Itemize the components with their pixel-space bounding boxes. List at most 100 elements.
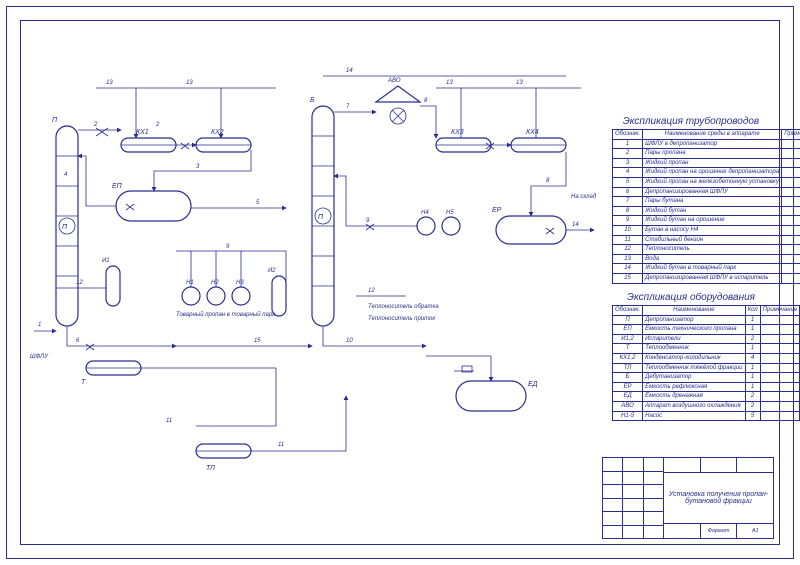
cell-n: Т [613, 344, 643, 354]
cell-name: Жидкий пропан на орошение депропанизатор… [643, 168, 782, 178]
svg-text:Н4: Н4 [421, 210, 429, 216]
cell-note [782, 216, 800, 226]
cell-name: Пары бутана [643, 197, 782, 207]
vessel-ep: ЕП [112, 183, 191, 221]
heat-exchanger-t: Т [81, 361, 141, 386]
svg-text:Теплоноситель обратка: Теплоноситель обратка [368, 304, 439, 310]
pump-n4: Н4 [417, 210, 435, 235]
svg-text:3: 3 [196, 164, 200, 170]
cell-note [760, 325, 800, 335]
cell-name: Теплообменник [643, 344, 745, 354]
svg-text:Н2: Н2 [211, 280, 219, 286]
cell-name: Жидкий пропан на железобетонную установк… [643, 177, 782, 187]
cell-note [782, 197, 800, 207]
table-row: КХ1,2Конденсатор-холодильник4 [613, 353, 800, 363]
title-block: Установка получения пропан-бутановой фра… [602, 457, 774, 539]
cell-name: Теплоноситель [643, 245, 782, 255]
cell-n: 4 [613, 168, 643, 178]
cell-n: ЕД [613, 392, 643, 402]
cell-qty: 1 [745, 344, 760, 354]
svg-text:Н5: Н5 [446, 210, 454, 216]
svg-text:ЕР: ЕР [492, 207, 502, 214]
cell-qty: 5 [745, 411, 760, 421]
cell-note [760, 363, 800, 373]
cell-name: Бутан в насосу Н4 [643, 225, 782, 235]
cell-name: Депропанизатор [643, 315, 745, 325]
cell-note [782, 149, 800, 159]
format-label: Формат [701, 524, 738, 538]
cell-n: 15 [613, 273, 643, 283]
svg-text:И1: И1 [102, 258, 110, 264]
table-row: 5Жидкий пропан на железобетонную установ… [613, 177, 800, 187]
vessel-er: ЕР [492, 207, 566, 244]
label-column-p: П [62, 224, 68, 231]
vessel-ed: ЕД [456, 381, 538, 411]
cell-n: 8 [613, 206, 643, 216]
pipes-table-block: Экспликация трубопроводов Обознач. Наиме… [612, 116, 770, 284]
cell-note [760, 373, 800, 383]
cell-note [782, 187, 800, 197]
table-row: И1,2Испарители2 [613, 334, 800, 344]
col-name: Наименование [643, 306, 745, 316]
svg-text:1: 1 [38, 322, 41, 328]
cell-n: 2 [613, 149, 643, 159]
svg-text:15: 15 [254, 338, 261, 344]
cell-n: КХ1,2 [613, 353, 643, 363]
svg-text:И2: И2 [268, 268, 276, 274]
equipment-table-block: Экспликация оборудования Обознач. Наимен… [612, 292, 770, 421]
table-row: ТТеплообменник1 [613, 344, 800, 354]
svg-text:Б: Б [310, 97, 315, 104]
svg-text:14: 14 [346, 68, 353, 74]
cell-note [760, 315, 800, 325]
pipes-table-title: Экспликация трубопроводов [612, 116, 770, 127]
page: П П КХ1 КХ2 ЕП Н1 Н2 Н3 И1 И2 [0, 0, 800, 565]
cell-n: ТЛ [613, 363, 643, 373]
cell-note [760, 401, 800, 411]
cell-n: Б [613, 373, 643, 383]
cell-n: 6 [613, 187, 643, 197]
cell-n: 14 [613, 264, 643, 274]
cell-name: Ёмкость технического пропана [643, 325, 745, 335]
cell-n: 9 [613, 216, 643, 226]
cell-name: Конденсатор-холодильник [643, 353, 745, 363]
cell-name: Аппарат воздушного охлаждения [643, 401, 745, 411]
cell-note [760, 353, 800, 363]
table-row: Н1-5Насос5 [613, 411, 800, 421]
cell-note [782, 245, 800, 255]
cell-name: Жидкий бутан [643, 206, 782, 216]
table-row: БДебутанизатор1 [613, 373, 800, 383]
col-qty: Кол [745, 306, 760, 316]
svg-text:2: 2 [93, 122, 98, 128]
cell-n: 10 [613, 225, 643, 235]
condenser-kx3: КХ3 [436, 129, 491, 152]
cell-qty: 2 [745, 334, 760, 344]
equipment-table-title: Экспликация оборудования [612, 292, 770, 303]
cell-name: Вода [643, 254, 782, 264]
cell-n: ЕР [613, 382, 643, 392]
table-row: 7Пары бутана [613, 197, 800, 207]
cell-qty: 4 [745, 353, 760, 363]
pipes-table: Обознач. Наименование среды в аппарате П… [612, 129, 800, 284]
svg-text:4: 4 [64, 172, 68, 178]
cell-qty: 2 [745, 392, 760, 402]
cell-note [782, 168, 800, 178]
cell-n: 11 [613, 235, 643, 245]
svg-text:13: 13 [186, 80, 193, 86]
table-row: ТЛТеплообменник тяжёлой фракции1 [613, 363, 800, 373]
svg-text:Н1: Н1 [186, 280, 194, 286]
cell-qty: 2 [745, 401, 760, 411]
svg-text:13: 13 [106, 80, 113, 86]
piping: 1 ШФЛУ 2 2 13 13 3 4 5 6 [30, 68, 597, 451]
table-row: АВОАппарат воздушного охлаждения2 [613, 401, 800, 411]
cell-n: И1,2 [613, 334, 643, 344]
cell-qty: 1 [745, 315, 760, 325]
cell-qty: 1 [745, 363, 760, 373]
cell-n: ЕП [613, 325, 643, 335]
table-row: 2Пары пропана [613, 149, 800, 159]
cell-note [782, 273, 800, 283]
cell-note [782, 235, 800, 245]
svg-text:5: 5 [256, 200, 260, 206]
svg-text:12: 12 [368, 288, 375, 294]
table-row: 8Жидкий бутан [613, 206, 800, 216]
svg-text:КХ4: КХ4 [526, 129, 539, 136]
